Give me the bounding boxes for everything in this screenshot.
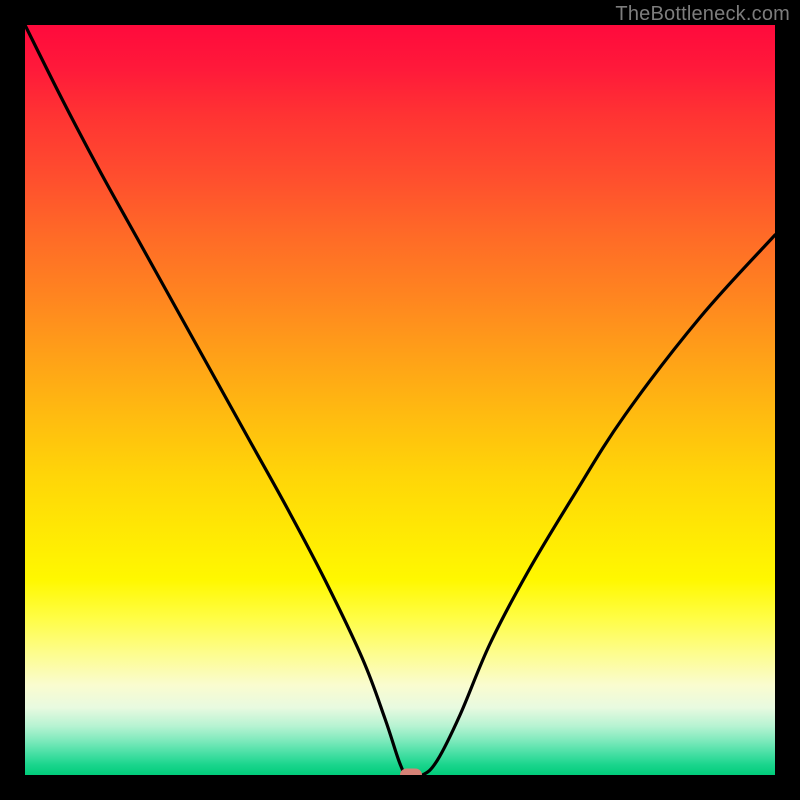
chart-stage: TheBottleneck.com [0, 0, 800, 800]
bottleneck-curve [25, 25, 775, 775]
plot-area [25, 25, 775, 775]
optimal-marker [400, 769, 422, 776]
curve-path [25, 25, 775, 775]
watermark-text: TheBottleneck.com [615, 3, 790, 26]
